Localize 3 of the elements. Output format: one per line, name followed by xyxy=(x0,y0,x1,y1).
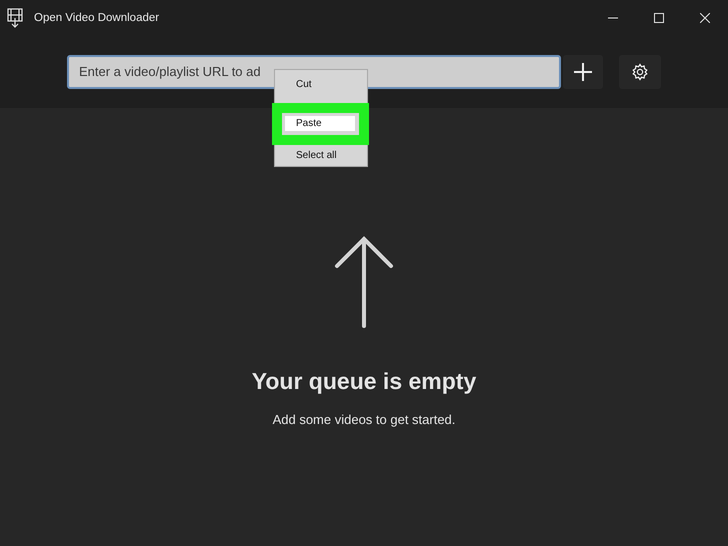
window-title: Open Video Downloader xyxy=(34,12,160,24)
empty-queue-message: Add some videos to get started. xyxy=(272,412,456,427)
empty-queue-title: Your queue is empty xyxy=(252,368,476,395)
